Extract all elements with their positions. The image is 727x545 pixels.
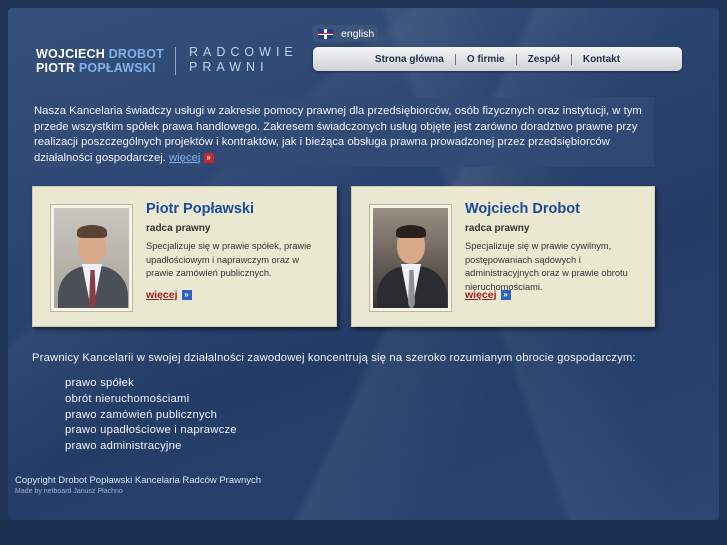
lawyer-more-arrow-icon: » — [181, 290, 192, 301]
lawyer-role: radca prawny — [465, 223, 530, 234]
nav-item-contact[interactable]: Kontakt — [572, 54, 631, 65]
nav-item-home[interactable]: Strona główna — [364, 54, 455, 65]
lawyer-more-link[interactable]: więcej» — [465, 289, 511, 301]
lawyer-card-poplawski: Piotr Popławski radca prawny Specjalizuj… — [32, 186, 337, 327]
intro-text: Nasza Kancelaria świadczy usługi w zakre… — [34, 105, 642, 164]
list-item: prawo zamówień publicznych — [65, 408, 218, 421]
logo-line-2: PIOTR POPŁAWSKI — [36, 61, 164, 75]
logo-first-name-1: WOJCIECH — [36, 47, 105, 61]
lawyer-more-label: więcej — [465, 289, 497, 301]
intro-more-link[interactable]: więcej — [169, 152, 200, 164]
bottom-bar — [0, 520, 727, 545]
logo-subtitle-line-2: PRAWNI — [189, 60, 269, 74]
lawyer-more-link[interactable]: więcej» — [146, 289, 192, 301]
nav-item-team[interactable]: Zespół — [517, 54, 571, 65]
lawyer-more-arrow-icon: » — [500, 290, 511, 301]
practice-areas-list: prawo spółek obrót nieruchomościami praw… — [65, 376, 237, 455]
main-navigation: Strona główna O firmie Zespół Kontakt — [313, 47, 682, 71]
lawyer-name[interactable]: Wojciech Drobot — [465, 201, 580, 217]
logo-surname-2: POPŁAWSKI — [78, 61, 156, 75]
logo-line-1: WOJCIECH DROBOT — [36, 47, 164, 61]
site-logo[interactable]: WOJCIECH DROBOT PIOTR POPŁAWSKI — [36, 47, 164, 75]
footer-made-by[interactable]: Made by netboard Janusz Płachno — [15, 488, 123, 495]
lawyer-description: Specjalizuje się w prawie cywilnym, post… — [465, 241, 628, 292]
footer-copyright: Copyright Drobot Popławski Kancelaria Ra… — [15, 475, 262, 486]
nav-item-about[interactable]: O firmie — [456, 54, 516, 65]
lawyer-more-label: więcej — [146, 289, 178, 301]
list-item: obrót nieruchomościami — [65, 392, 190, 405]
list-item: prawo administracyjne — [65, 440, 182, 453]
intro-box: Nasza Kancelaria świadczy usługi w zakre… — [32, 97, 654, 167]
lawyer-role: radca prawny — [146, 223, 211, 234]
lawyer-card-drobot: Wojciech Drobot radca prawny Specjalizuj… — [351, 186, 655, 327]
language-switch[interactable]: english — [313, 25, 378, 42]
logo-surname-1: DROBOT — [108, 47, 165, 61]
list-item: prawo upadłościowe i naprawcze — [65, 424, 237, 437]
logo-subtitle: RADCOWIE PRAWNI — [189, 45, 298, 75]
lawyer-name[interactable]: Piotr Popławski — [146, 201, 254, 217]
lawyer-description: Specjalizuje się w prawie spółek, prawie… — [146, 241, 312, 278]
list-item: prawo spółek — [65, 377, 134, 389]
language-label: english — [341, 27, 375, 40]
logo-divider — [175, 47, 176, 75]
practice-areas-intro: Prawnicy Kancelarii w swojej działalnośc… — [32, 352, 636, 364]
logo-first-name-2: PIOTR — [36, 61, 76, 75]
lawyer-photo-poplawski — [50, 204, 133, 312]
logo-subtitle-line-1: RADCOWIE — [189, 45, 298, 59]
lawyer-photo-drobot — [369, 204, 452, 312]
uk-flag-icon — [318, 28, 333, 39]
intro-more-arrow-icon[interactable]: » — [203, 152, 214, 163]
